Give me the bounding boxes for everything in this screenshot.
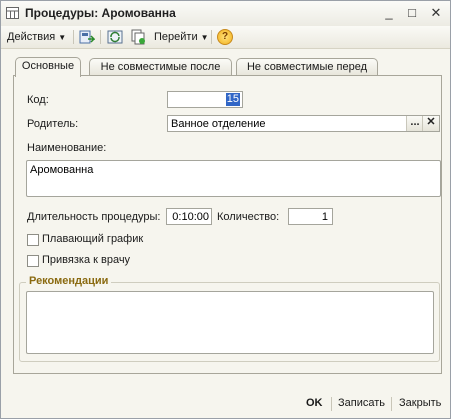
tab-incompatible-after[interactable]: Не совместимые после: [89, 58, 232, 76]
tab-main[interactable]: Основные: [15, 57, 81, 77]
code-field[interactable]: 15: [167, 91, 243, 108]
toolbar-separator: [73, 30, 74, 44]
close-button[interactable]: Закрыть: [399, 397, 441, 409]
chevron-down-icon: ▼: [200, 33, 209, 42]
catalog-icon: [6, 7, 19, 19]
quantity-label: Количество:: [217, 211, 280, 223]
minimize-button[interactable]: _: [381, 5, 397, 21]
code-label: Код:: [27, 94, 49, 106]
doctor-binding-label[interactable]: Привязка к врачу: [42, 254, 130, 266]
parent-value: Ванное отделение: [171, 118, 266, 130]
title-bar[interactable]: Процедуры: Аромованна _ □ ✕: [1, 1, 450, 27]
parent-field[interactable]: Ванное отделение ... ✕: [167, 115, 440, 132]
parent-clear-button[interactable]: ✕: [422, 116, 439, 131]
window-title: Процедуры: Аромованна: [25, 6, 176, 20]
copy-document-icon[interactable]: [130, 29, 146, 45]
tab-incompatible-before[interactable]: Не совместимые перед: [236, 58, 378, 76]
footer-separator: [331, 397, 332, 411]
name-field[interactable]: Аромованна: [26, 160, 441, 197]
floating-schedule-checkbox[interactable]: [27, 234, 39, 246]
recommendations-field[interactable]: [26, 291, 434, 354]
procedure-form-window: Процедуры: Аромованна _ □ ✕ Действия ▼ Пе…: [0, 0, 451, 419]
parent-select-button[interactable]: ...: [406, 116, 423, 131]
toolbar-separator: [100, 30, 101, 44]
ok-button[interactable]: OK: [306, 397, 323, 409]
footer-bar: OK Записать Закрыть: [1, 390, 450, 418]
save-and-close-icon[interactable]: [79, 29, 95, 45]
save-button[interactable]: Записать: [338, 397, 385, 409]
toolbar-separator: [211, 30, 212, 44]
duration-field[interactable]: 0:10:00: [166, 208, 212, 225]
actions-label: Действия: [7, 31, 56, 43]
parent-label: Родитель:: [27, 118, 79, 130]
goto-menu[interactable]: Перейти ▼: [154, 29, 209, 45]
refresh-icon[interactable]: [107, 29, 123, 45]
floating-schedule-label[interactable]: Плавающий график: [42, 233, 143, 245]
name-value: Аромованна: [30, 164, 94, 176]
toolbar: Действия ▼ Перейти ▼ ?: [1, 26, 450, 49]
footer-separator: [391, 397, 392, 411]
chevron-down-icon: ▼: [58, 33, 67, 42]
duration-value: 0:10:00: [172, 211, 209, 223]
goto-label: Перейти: [154, 31, 198, 43]
quantity-value: 1: [321, 211, 328, 223]
close-window-button[interactable]: ✕: [428, 5, 444, 21]
help-icon[interactable]: ?: [217, 29, 233, 45]
maximize-button[interactable]: □: [404, 5, 420, 21]
duration-label: Длительность процедуры:: [27, 211, 161, 223]
code-value: 15: [225, 93, 240, 106]
doctor-binding-checkbox[interactable]: [27, 255, 39, 267]
name-label: Наименование:: [27, 142, 107, 154]
recommendations-title: Рекомендации: [26, 275, 112, 287]
actions-menu[interactable]: Действия ▼: [7, 29, 66, 45]
quantity-field[interactable]: 1: [288, 208, 333, 225]
